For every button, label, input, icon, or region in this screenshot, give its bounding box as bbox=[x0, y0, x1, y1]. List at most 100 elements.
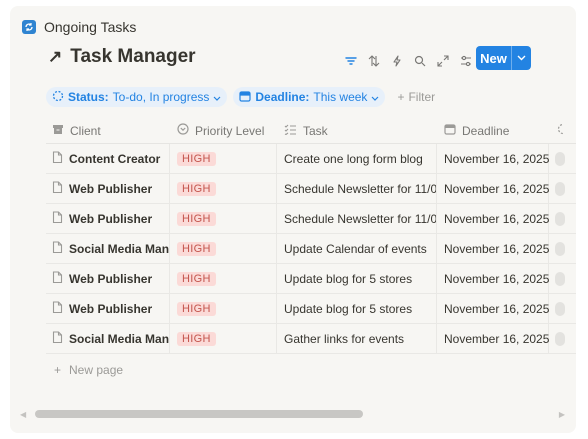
priority-badge: HIGH bbox=[177, 151, 216, 166]
add-filter-button[interactable]: + Filter bbox=[397, 90, 435, 104]
priority-badge: HIGH bbox=[177, 181, 216, 196]
priority-badge: HIGH bbox=[177, 271, 216, 286]
page-icon bbox=[52, 210, 63, 227]
deadline-cell[interactable]: November 16, 2025 bbox=[437, 264, 549, 293]
task-text: Schedule Newsletter for 11/01 I bbox=[284, 211, 437, 226]
client-cell[interactable]: Web Publisher bbox=[46, 204, 170, 233]
new-page-button[interactable]: + New page bbox=[54, 363, 123, 377]
filter-icon[interactable] bbox=[340, 51, 362, 71]
horizontal-scrollbar[interactable]: ◀ ▶ bbox=[20, 408, 565, 420]
deadline-cell[interactable]: November 16, 2025 bbox=[437, 174, 549, 203]
client-name[interactable]: Web Publisher bbox=[69, 182, 152, 196]
table-row[interactable]: Web Publisher HIGH Schedule Newsletter for… bbox=[46, 204, 576, 234]
view-title[interactable]: Task Manager bbox=[70, 46, 195, 68]
column-header-more[interactable] bbox=[549, 118, 576, 143]
task-cell[interactable]: Schedule Newsletter for 11/01 I bbox=[277, 204, 437, 233]
task-cell[interactable]: Update blog for 5 stores bbox=[277, 264, 437, 293]
priority-cell[interactable]: HIGH bbox=[170, 324, 277, 353]
task-cell[interactable]: Gather links for events bbox=[277, 324, 437, 353]
deadline-cell[interactable]: November 16, 2025 bbox=[437, 234, 549, 263]
column-header-task[interactable]: Task bbox=[277, 118, 437, 143]
client-cell[interactable]: Web Publisher bbox=[46, 294, 170, 323]
table-row[interactable]: Web Publisher HIGH Update blog for 5 store… bbox=[46, 264, 576, 294]
view-title-row: ↗ Task Manager bbox=[48, 46, 196, 68]
priority-cell[interactable]: HIGH bbox=[170, 294, 277, 323]
priority-cell[interactable]: HIGH bbox=[170, 264, 277, 293]
client-cell[interactable]: Content Creator bbox=[46, 144, 170, 173]
table-row[interactable]: Content Creator HIGH Create one long form … bbox=[46, 144, 576, 174]
deadline-filter-chip[interactable]: Deadline: This week bbox=[233, 87, 386, 107]
deadline-cell[interactable]: November 16, 2025 bbox=[437, 294, 549, 323]
status-icon bbox=[555, 123, 569, 138]
priority-cell[interactable]: HIGH bbox=[170, 204, 277, 233]
deadline-cell[interactable]: November 16, 2025 bbox=[437, 204, 549, 233]
status-cell[interactable] bbox=[549, 204, 576, 233]
client-name[interactable]: Web Publisher bbox=[69, 212, 152, 226]
scroll-right-icon[interactable]: ▶ bbox=[559, 410, 565, 419]
search-icon[interactable] bbox=[409, 51, 431, 71]
chevron-down-icon[interactable] bbox=[512, 55, 531, 61]
table-row[interactable]: Social Media Manag HIGH Gather links for e… bbox=[46, 324, 576, 354]
column-header-client[interactable]: Client bbox=[46, 118, 170, 143]
status-cell[interactable] bbox=[549, 264, 576, 293]
status-cell[interactable] bbox=[549, 324, 576, 353]
column-header-deadline[interactable]: Deadline bbox=[437, 118, 549, 143]
task-text: Update Calendar of events bbox=[284, 241, 427, 256]
sort-icon[interactable] bbox=[363, 51, 385, 71]
chevron-down-icon bbox=[213, 90, 221, 104]
priority-badge: HIGH bbox=[177, 301, 216, 316]
new-button-label[interactable]: New bbox=[476, 51, 511, 66]
status-pill bbox=[555, 151, 565, 166]
scroll-left-icon[interactable]: ◀ bbox=[20, 410, 26, 419]
status-pill bbox=[555, 241, 565, 256]
status-cell[interactable] bbox=[549, 234, 576, 263]
client-name[interactable]: Web Publisher bbox=[69, 272, 152, 286]
task-text: Update blog for 5 stores bbox=[284, 301, 413, 316]
status-cell[interactable] bbox=[549, 294, 576, 323]
status-filter-chip[interactable]: Status: To-do, In progress bbox=[46, 87, 228, 107]
deadline-text: November 16, 2025 bbox=[444, 211, 550, 226]
client-name[interactable]: Web Publisher bbox=[69, 302, 152, 316]
client-cell[interactable]: Web Publisher bbox=[46, 174, 170, 203]
task-text: Create one long form blog bbox=[284, 151, 423, 166]
status-cell[interactable] bbox=[549, 174, 576, 203]
new-button[interactable]: New bbox=[476, 46, 531, 70]
calendar-icon bbox=[239, 90, 251, 105]
task-cell[interactable]: Schedule Newsletter for 11/02 I bbox=[277, 174, 437, 203]
database-title[interactable]: Ongoing Tasks bbox=[44, 19, 136, 35]
deadline-cell[interactable]: November 16, 2025 bbox=[437, 324, 549, 353]
priority-cell[interactable]: HIGH bbox=[170, 234, 277, 263]
table-row[interactable]: Web Publisher HIGH Schedule Newsletter for… bbox=[46, 174, 576, 204]
client-name[interactable]: Content Creator bbox=[69, 152, 160, 166]
client-cell[interactable]: Web Publisher bbox=[46, 264, 170, 293]
column-header-label: Client bbox=[70, 123, 101, 138]
lightning-icon[interactable] bbox=[386, 51, 408, 71]
deadline-cell[interactable]: November 16, 2025 bbox=[437, 144, 549, 173]
arrow-icon[interactable]: ↗ bbox=[48, 47, 62, 67]
deadline-text: November 16, 2025 bbox=[444, 301, 550, 316]
settings-icon[interactable] bbox=[455, 51, 477, 71]
client-name[interactable]: Social Media Manag bbox=[69, 242, 169, 256]
page-icon bbox=[52, 180, 63, 197]
priority-badge: HIGH bbox=[177, 211, 216, 226]
column-header-priority[interactable]: Priority Level bbox=[170, 118, 277, 143]
task-cell[interactable]: Update blog for 5 stores bbox=[277, 294, 437, 323]
deadline-text: November 16, 2025 bbox=[444, 331, 550, 346]
page-icon bbox=[52, 330, 63, 347]
client-name[interactable]: Social Media Manag bbox=[69, 332, 169, 346]
scrollbar-thumb[interactable] bbox=[35, 410, 363, 418]
expand-icon[interactable] bbox=[432, 51, 454, 71]
task-cell[interactable]: Create one long form blog bbox=[277, 144, 437, 173]
table-row[interactable]: Web Publisher HIGH Update blog for 5 store… bbox=[46, 294, 576, 324]
table-row[interactable]: Social Media Manag HIGH Update Calendar of… bbox=[46, 234, 576, 264]
priority-cell[interactable]: HIGH bbox=[170, 144, 277, 173]
client-cell[interactable]: Social Media Manag bbox=[46, 324, 170, 353]
task-cell[interactable]: Update Calendar of events bbox=[277, 234, 437, 263]
task-text: Update blog for 5 stores bbox=[284, 271, 413, 286]
priority-badge: HIGH bbox=[177, 331, 216, 346]
filter-key: Deadline: bbox=[255, 90, 310, 104]
status-cell[interactable] bbox=[549, 144, 576, 173]
status-pill bbox=[555, 301, 565, 316]
priority-cell[interactable]: HIGH bbox=[170, 174, 277, 203]
client-cell[interactable]: Social Media Manag bbox=[46, 234, 170, 263]
